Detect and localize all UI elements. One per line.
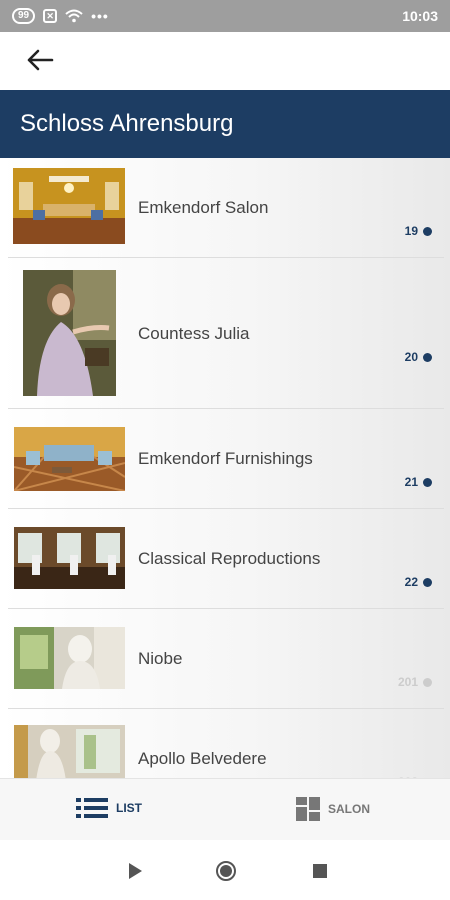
furnishings-thumbnail <box>14 427 125 491</box>
tab-list-label: LIST <box>116 801 142 815</box>
item-number: 22 <box>404 575 418 589</box>
blocked-notification-icon: ✕ <box>43 9 58 23</box>
tab-salon[interactable]: SALON <box>296 797 370 821</box>
status-bar: 99 ✕ ••• 10:03 <box>0 0 450 32</box>
list-icon <box>76 798 108 818</box>
title-bar: Schloss Ahrensburg <box>0 90 450 158</box>
notification-badge: 99 <box>12 8 36 24</box>
item-title: Emkendorf Furnishings <box>138 449 313 468</box>
status-dot <box>423 227 432 236</box>
apollo-thumbnail <box>14 725 125 778</box>
page-title: Schloss Ahrensburg <box>20 110 234 137</box>
list-item[interactable]: Niobe 201 <box>8 609 444 709</box>
clock: 10:03 <box>402 8 438 24</box>
item-number: 19 <box>404 224 418 238</box>
item-title: Apollo Belvedere <box>138 749 267 768</box>
arrow-left-icon[interactable] <box>24 46 56 74</box>
tour-stop-list[interactable]: Emkendorf Salon 19 Countess Julia 20 Emk… <box>0 158 450 778</box>
tab-salon-label: SALON <box>328 802 370 816</box>
list-item[interactable]: Emkendorf Furnishings 21 <box>8 409 444 509</box>
list-item[interactable]: Apollo Belvedere 202 <box>8 709 444 778</box>
system-navigation-bar <box>0 840 450 900</box>
salon-thumbnail <box>13 168 125 244</box>
portrait-thumbnail <box>23 270 116 396</box>
item-number: 20 <box>404 350 418 364</box>
recents-icon[interactable] <box>309 860 331 882</box>
status-dot <box>423 578 432 587</box>
top-app-bar <box>0 32 450 90</box>
more-notifications-icon: ••• <box>91 8 109 24</box>
list-item[interactable]: Countess Julia 20 <box>8 258 444 409</box>
item-title: Emkendorf Salon <box>138 198 269 217</box>
item-number: 201 <box>397 675 418 689</box>
play-icon[interactable] <box>124 860 146 882</box>
tab-list[interactable]: LIST <box>76 797 142 819</box>
grid-icon <box>296 797 320 821</box>
wifi-icon <box>65 9 83 23</box>
item-title: Classical Reproductions <box>138 549 321 568</box>
status-dot <box>423 353 432 362</box>
item-title: Niobe <box>138 649 183 668</box>
status-dot <box>423 678 432 687</box>
status-icons: 99 ✕ ••• <box>12 8 109 24</box>
niobe-thumbnail <box>14 627 125 689</box>
list-item[interactable]: Emkendorf Salon 19 <box>8 158 444 258</box>
reproductions-thumbnail <box>14 527 125 589</box>
home-icon[interactable] <box>215 860 237 882</box>
list-item[interactable]: Classical Reproductions 22 <box>8 509 444 609</box>
item-title: Countess Julia <box>138 324 250 343</box>
item-number: 21 <box>404 475 418 489</box>
bottom-tab-bar: LIST SALON <box>0 778 450 840</box>
status-dot <box>423 478 432 487</box>
